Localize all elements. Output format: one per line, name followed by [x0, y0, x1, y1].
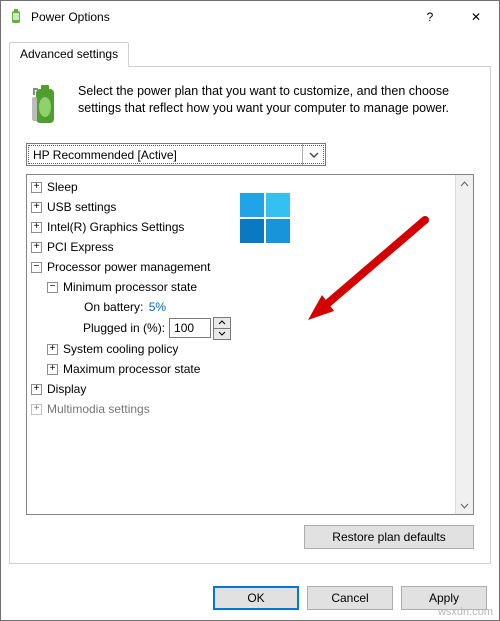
power-plan-dropdown[interactable]: HP Recommended [Active] [26, 143, 326, 166]
node-display[interactable]: + Display [31, 379, 451, 399]
tab-strip: Advanced settings [9, 42, 491, 67]
node-plugged-in[interactable]: Plugged in (%): [31, 317, 451, 339]
power-plan-selected: HP Recommended [Active] [33, 148, 177, 162]
label: Plugged in (%): [83, 318, 165, 338]
expand-icon[interactable]: + [31, 202, 42, 213]
tab-advanced-settings[interactable]: Advanced settings [9, 42, 129, 67]
node-system-cooling[interactable]: + System cooling policy [31, 339, 451, 359]
settings-tree-container: + Sleep + USB settings + Intel(R) Graphi… [26, 174, 474, 515]
restore-row: Restore plan defaults [26, 525, 474, 549]
intro-text: Select the power plan that you want to c… [78, 83, 474, 117]
expand-icon[interactable]: + [31, 222, 42, 233]
expand-icon[interactable]: + [31, 182, 42, 193]
node-usb-settings[interactable]: + USB settings [31, 197, 451, 217]
chevron-down-icon [302, 144, 325, 165]
label: Multimodia settings [46, 399, 151, 419]
node-multimedia[interactable]: + Multimodia settings [31, 399, 451, 419]
client-area: Advanced settings Select the power plan … [1, 33, 499, 576]
ok-button[interactable]: OK [213, 586, 299, 610]
collapse-icon[interactable]: − [47, 282, 58, 293]
battery-leaf-icon [26, 83, 66, 129]
label: Maximum processor state [62, 359, 201, 379]
node-processor-power-mgmt[interactable]: − Processor power management [31, 257, 451, 277]
label: Intel(R) Graphics Settings [46, 217, 185, 237]
scrollbar[interactable] [455, 175, 473, 514]
expand-icon[interactable]: + [47, 344, 58, 355]
help-icon: ? [427, 10, 434, 24]
power-plan-icon [9, 9, 25, 25]
node-pci-express[interactable]: + PCI Express [31, 237, 451, 257]
cancel-button[interactable]: Cancel [307, 586, 393, 610]
apply-button[interactable]: Apply [401, 586, 487, 610]
label: Display [46, 379, 87, 399]
node-max-processor-state[interactable]: + Maximum processor state [31, 359, 451, 379]
window-title: Power Options [31, 10, 407, 24]
label: System cooling policy [62, 339, 179, 359]
expand-icon[interactable]: + [47, 364, 58, 375]
restore-defaults-button[interactable]: Restore plan defaults [304, 525, 474, 549]
label: PCI Express [46, 237, 115, 257]
power-options-window: Power Options ? ✕ Advanced settings Sele… [0, 0, 500, 621]
close-icon: ✕ [471, 10, 481, 24]
label: Sleep [46, 177, 79, 197]
plugged-in-input[interactable] [169, 318, 211, 338]
label: Processor power management [46, 257, 211, 277]
value-on-battery[interactable]: 5% [148, 297, 167, 317]
node-sleep[interactable]: + Sleep [31, 177, 451, 197]
label: Minimum processor state [62, 277, 198, 297]
titlebar: Power Options ? ✕ [1, 1, 499, 33]
collapse-icon[interactable]: − [31, 262, 42, 273]
help-button[interactable]: ? [407, 1, 453, 33]
dialog-button-row: OK Cancel Apply [1, 576, 499, 620]
expand-icon[interactable]: + [31, 404, 42, 415]
scroll-down-button[interactable] [456, 497, 473, 514]
plugged-in-spinner [169, 317, 231, 340]
node-min-processor-state[interactable]: − Minimum processor state [31, 277, 451, 297]
spin-down-button[interactable] [213, 329, 231, 340]
label: On battery: [83, 297, 144, 317]
expand-icon[interactable]: + [31, 242, 42, 253]
scroll-up-button[interactable] [456, 175, 473, 192]
intro-row: Select the power plan that you want to c… [26, 83, 474, 129]
node-on-battery[interactable]: On battery: 5% [31, 297, 451, 317]
label: USB settings [46, 197, 117, 217]
node-intel-graphics[interactable]: + Intel(R) Graphics Settings [31, 217, 451, 237]
close-button[interactable]: ✕ [453, 1, 499, 33]
settings-tree[interactable]: + Sleep + USB settings + Intel(R) Graphi… [27, 175, 455, 514]
tab-body: Select the power plan that you want to c… [9, 66, 491, 564]
spin-up-button[interactable] [213, 317, 231, 329]
expand-icon[interactable]: + [31, 384, 42, 395]
